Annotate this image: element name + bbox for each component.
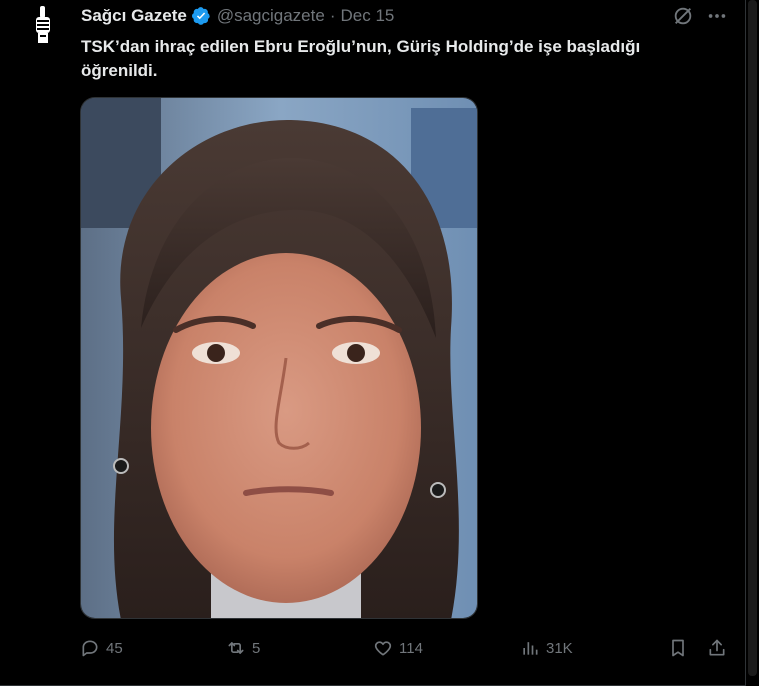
reply-button[interactable]: 45 <box>80 636 123 660</box>
user-handle[interactable]: @sagcigazete <box>217 6 325 26</box>
scrollbar-thumb[interactable] <box>748 0 757 676</box>
views-icon <box>523 642 538 655</box>
repost-count: 5 <box>252 639 261 657</box>
tweet-text: TSK’dan ihraç edilen Ebru Eroğlu’nun, Gü… <box>81 37 641 80</box>
avatar[interactable] <box>22 4 64 46</box>
tweet-media-photo[interactable] <box>80 97 478 619</box>
raised-fist-logo <box>36 6 50 43</box>
tweet-date[interactable]: Dec 15 <box>341 6 395 26</box>
bookmark-button[interactable] <box>668 636 688 660</box>
reply-count: 45 <box>106 639 123 657</box>
views-button[interactable]: 31K <box>520 636 573 660</box>
grok-icon[interactable] <box>672 5 694 27</box>
tweet-actions: 45 5 114 31K <box>80 636 730 660</box>
like-button[interactable]: 114 <box>373 636 423 660</box>
repost-button[interactable]: 5 <box>226 636 260 660</box>
heart-icon <box>374 641 392 656</box>
scrollbar[interactable] <box>746 0 759 686</box>
repost-icon <box>228 642 244 654</box>
display-name[interactable]: Sağcı Gazete <box>81 6 187 26</box>
tweet-card[interactable]: Sağcı Gazete @sagcigazete · Dec 15 TSK’d… <box>0 0 746 686</box>
verified-badge-icon[interactable] <box>191 6 211 26</box>
share-icon <box>709 639 725 656</box>
tweet-header: Sağcı Gazete @sagcigazete · Dec 15 <box>81 6 394 26</box>
reply-icon <box>82 640 98 657</box>
more-dots-icon[interactable] <box>706 5 728 27</box>
bookmark-icon <box>672 639 684 657</box>
separator-dot: · <box>329 6 336 25</box>
view-count: 31K <box>546 639 573 657</box>
share-button[interactable] <box>707 636 727 660</box>
like-count: 114 <box>399 639 423 657</box>
